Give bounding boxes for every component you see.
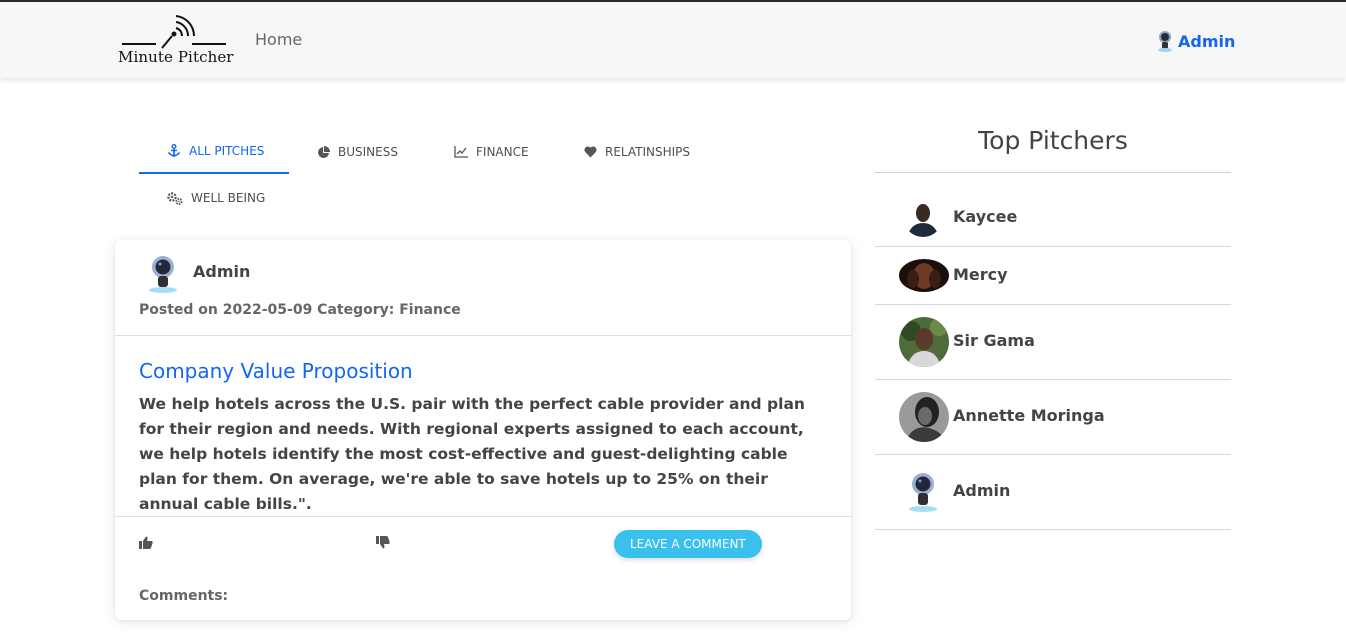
post-title[interactable]: Company Value Proposition xyxy=(139,359,413,383)
pitcher-name: Kaycee xyxy=(953,207,1018,226)
comments-label: Comments: xyxy=(139,588,229,604)
heart-icon xyxy=(584,146,597,158)
pitcher-name: Mercy xyxy=(953,265,1008,284)
tab-label: ALL PITCHES xyxy=(189,144,265,158)
tab-label: RELATINSHIPS xyxy=(605,145,691,159)
post-meta: Posted on 2022-05-09 Category: Finance xyxy=(139,302,461,318)
leave-comment-button[interactable]: LEAVE A COMMENT xyxy=(614,530,762,558)
astronaut-avatar-icon xyxy=(1158,31,1172,52)
pitch-card-header: Admin Posted on 2022-05-09 Category: Fin… xyxy=(115,240,851,336)
pitch-card-footer: LEAVE A COMMENT Comments: xyxy=(115,516,851,604)
pitcher-item-mercy[interactable]: Mercy xyxy=(875,247,1231,305)
navbar: Minute Pitcher Home Admin xyxy=(0,2,1346,78)
pitcher-name: Annette Moringa xyxy=(953,406,1105,425)
avatar xyxy=(899,317,949,367)
pitcher-item-kaycee[interactable]: Kaycee xyxy=(875,173,1231,247)
post-body: We help hotels across the U.S. pair with… xyxy=(139,395,805,513)
tab-relationships[interactable]: RELATINSHIPS xyxy=(556,130,716,174)
anchor-icon xyxy=(167,144,181,157)
tab-all-pitches[interactable]: ALL PITCHES xyxy=(139,130,289,174)
avatar xyxy=(899,259,949,292)
tab-label: FINANCE xyxy=(476,145,529,159)
pitcher-item-sir-gama[interactable]: Sir Gama xyxy=(875,305,1231,380)
post-author[interactable]: Admin xyxy=(193,262,250,281)
tab-well-being[interactable]: WELL BEING xyxy=(139,176,289,220)
nav-username: Admin xyxy=(1178,31,1236,51)
avatar xyxy=(903,197,943,237)
cogs-icon xyxy=(167,191,183,205)
dislike-button[interactable] xyxy=(376,534,390,553)
astronaut-avatar-icon xyxy=(149,256,177,293)
pitch-card: Admin Posted on 2022-05-09 Category: Fin… xyxy=(115,240,851,620)
brand-name: Minute Pitcher xyxy=(118,48,234,66)
line-chart-icon xyxy=(454,146,468,158)
top-pitchers-title: Top Pitchers xyxy=(978,126,1128,155)
pitcher-name: Admin xyxy=(953,481,1011,500)
pitcher-name: Sir Gama xyxy=(953,331,1035,350)
broadcast-logo-icon xyxy=(122,15,226,49)
pitcher-item-admin[interactable]: Admin xyxy=(875,455,1231,530)
thumbs-down-icon xyxy=(376,536,390,549)
brand-logo[interactable]: Minute Pitcher xyxy=(116,14,236,68)
tab-label: BUSINESS xyxy=(338,145,398,159)
nav-home-link[interactable]: Home xyxy=(255,30,302,49)
tab-finance[interactable]: FINANCE xyxy=(426,130,556,174)
avatar xyxy=(899,392,949,442)
tab-business[interactable]: BUSINESS xyxy=(289,130,424,174)
thumbs-up-icon xyxy=(139,536,153,549)
nav-user-menu[interactable]: Admin xyxy=(1156,30,1235,52)
pitcher-item-annette-moringa[interactable]: Annette Moringa xyxy=(875,380,1231,455)
pie-chart-icon xyxy=(318,145,330,158)
like-button[interactable] xyxy=(139,534,153,553)
tab-label: WELL BEING xyxy=(191,191,266,205)
astronaut-avatar-icon xyxy=(905,471,941,513)
